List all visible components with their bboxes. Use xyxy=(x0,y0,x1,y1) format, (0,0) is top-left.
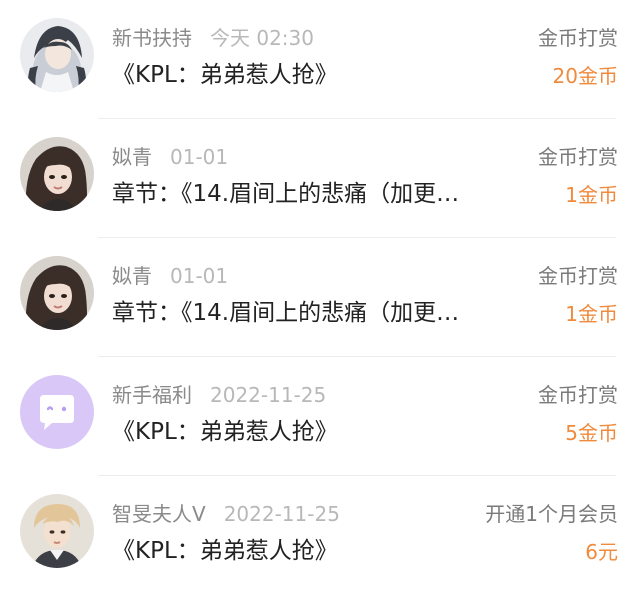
sender-name[interactable]: 智旻夫人V xyxy=(112,502,206,526)
book-title[interactable]: 《KPL：弟弟惹人抢》 xyxy=(112,534,522,568)
reward-type: 金币打赏 xyxy=(538,264,618,288)
list-item[interactable]: 智旻夫人V 2022-11-25 开通1个月会员 《KPL：弟弟惹人抢》 6元 xyxy=(0,476,640,595)
chapter-title[interactable]: 章节：《14.眉间上的悲痛（加更… xyxy=(112,177,522,211)
record-meta: 新书扶持 今天 02:30 xyxy=(112,24,314,52)
reward-record-list: 新书扶持 今天 02:30 金币打赏 《KPL：弟弟惹人抢》 20金币 姒青 01-… xyxy=(0,0,640,593)
list-item[interactable]: 姒青 01-01 金币打赏 章节：《14.眉间上的悲痛（加更… 1金币 xyxy=(0,119,640,238)
list-item[interactable]: 新书扶持 今天 02:30 金币打赏 《KPL：弟弟惹人抢》 20金币 xyxy=(0,0,640,119)
record-time: 01-01 xyxy=(170,264,229,288)
reward-amount: 20金币 xyxy=(552,64,618,88)
reward-amount: 1金币 xyxy=(565,183,618,207)
girl-photo-avatar-icon[interactable] xyxy=(20,137,94,211)
list-item[interactable]: 姒青 01-01 金币打赏 章节：《14.眉间上的悲痛（加更… 1金币 xyxy=(0,238,640,357)
record-time: 2022-11-25 xyxy=(210,383,327,407)
record-time: 2022-11-25 xyxy=(223,502,340,526)
list-item[interactable]: 新手福利 2022-11-25 金币打赏 《KPL：弟弟惹人抢》 5金币 xyxy=(0,357,640,476)
record-meta: 姒青 01-01 xyxy=(112,143,228,171)
reward-amount: 5金币 xyxy=(565,421,618,445)
reward-amount: 6元 xyxy=(585,540,618,564)
record-time: 今天 02:30 xyxy=(210,26,314,50)
record-meta: 新手福利 2022-11-25 xyxy=(112,381,326,409)
reward-type: 开通1个月会员 xyxy=(485,502,618,526)
record-time: 01-01 xyxy=(170,145,229,169)
sender-name[interactable]: 姒青 xyxy=(112,145,152,169)
boy-photo-avatar-icon[interactable] xyxy=(20,494,94,568)
chapter-title[interactable]: 章节：《14.眉间上的悲痛（加更… xyxy=(112,296,522,330)
reward-type: 金币打赏 xyxy=(538,145,618,169)
book-title[interactable]: 《KPL：弟弟惹人抢》 xyxy=(112,58,522,92)
purple-chat-bubble-avatar-icon[interactable] xyxy=(20,375,94,449)
girl-photo-avatar-icon[interactable] xyxy=(20,256,94,330)
sender-name[interactable]: 新手福利 xyxy=(112,383,192,407)
sender-name[interactable]: 姒青 xyxy=(112,264,152,288)
record-meta: 智旻夫人V 2022-11-25 xyxy=(112,500,340,528)
record-meta: 姒青 01-01 xyxy=(112,262,228,290)
reward-amount: 1金币 xyxy=(565,302,618,326)
ancient-style-character-avatar-icon[interactable] xyxy=(20,18,94,92)
book-title[interactable]: 《KPL：弟弟惹人抢》 xyxy=(112,415,522,449)
reward-type: 金币打赏 xyxy=(538,383,618,407)
reward-type: 金币打赏 xyxy=(538,26,618,50)
sender-name[interactable]: 新书扶持 xyxy=(112,26,192,50)
